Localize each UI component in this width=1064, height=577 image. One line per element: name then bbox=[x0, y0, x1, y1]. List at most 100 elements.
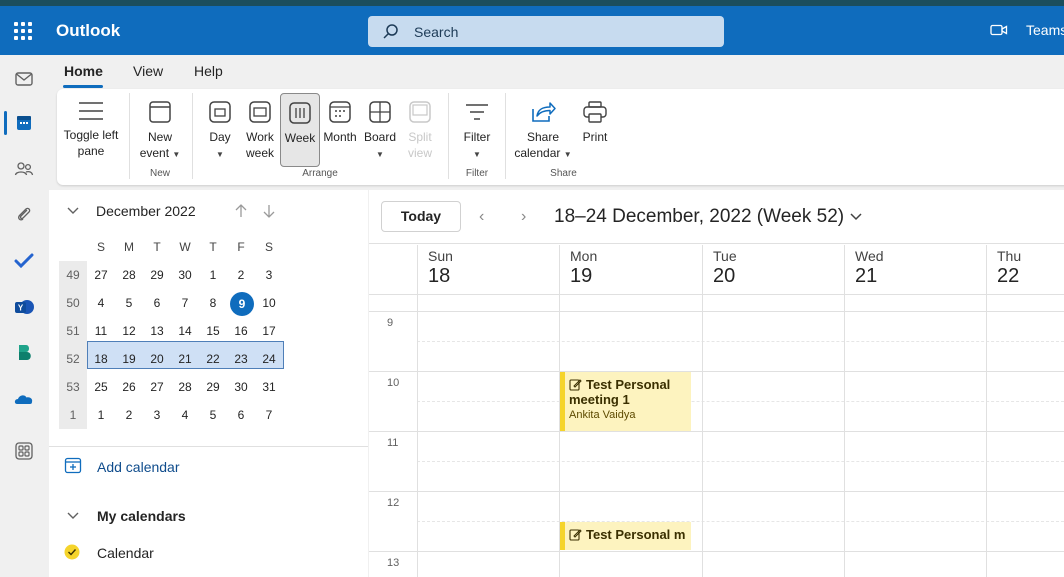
mini-calendar-day[interactable]: 29 bbox=[199, 373, 227, 401]
mini-calendar-day[interactable]: 30 bbox=[227, 373, 255, 401]
mini-calendar-day[interactable]: 25 bbox=[87, 373, 115, 401]
board-view-button[interactable]: Board ▼ bbox=[360, 93, 400, 167]
calendar-event[interactable]: Test Personal m bbox=[560, 522, 691, 550]
tab-help[interactable]: Help bbox=[194, 63, 223, 79]
people-icon[interactable] bbox=[12, 157, 36, 181]
mini-calendar-day[interactable]: 3 bbox=[143, 401, 171, 429]
mini-calendar-title[interactable]: December 2022 bbox=[96, 203, 196, 219]
day-label: Day bbox=[209, 130, 231, 144]
chevron-down-icon[interactable] bbox=[66, 206, 80, 216]
day-header-tue[interactable]: Tue 20 bbox=[702, 245, 844, 295]
chevron-right-icon[interactable]: › bbox=[521, 208, 526, 226]
day-name: Mon bbox=[570, 248, 598, 264]
half-hour-line bbox=[417, 521, 1064, 522]
teams-label: Teams bbox=[1026, 22, 1064, 38]
bookings-icon[interactable] bbox=[12, 341, 36, 365]
mini-calendar-day[interactable]: 26 bbox=[115, 373, 143, 401]
day-header-mon[interactable]: Mon 19 bbox=[559, 245, 702, 295]
chevron-down-icon: ▼ bbox=[216, 150, 224, 159]
mini-calendar-day[interactable]: 1 bbox=[199, 261, 227, 289]
mini-calendar-day[interactable]: 23 bbox=[227, 345, 255, 373]
mini-calendar-day[interactable]: 11 bbox=[87, 317, 115, 345]
mini-calendar-day[interactable]: 5 bbox=[199, 401, 227, 429]
app-title[interactable]: Outlook bbox=[56, 21, 120, 41]
my-calendars-heading[interactable]: My calendars bbox=[97, 508, 186, 524]
mini-calendar-day[interactable]: 6 bbox=[143, 289, 171, 317]
chevron-down-icon[interactable] bbox=[66, 511, 80, 521]
print-button[interactable]: Print bbox=[575, 93, 615, 167]
mini-calendar-day[interactable]: 31 bbox=[255, 373, 283, 401]
new-event-button[interactable]: New event ▼ bbox=[135, 93, 185, 167]
calendar-list-item[interactable]: Calendar bbox=[97, 545, 154, 561]
mail-icon[interactable] bbox=[12, 67, 36, 91]
work-week-button[interactable]: Work week bbox=[240, 93, 280, 167]
calendar-icon[interactable] bbox=[12, 111, 36, 135]
arrow-down-icon[interactable] bbox=[263, 204, 275, 218]
search-icon bbox=[383, 24, 398, 39]
mini-calendar-day[interactable]: 27 bbox=[87, 261, 115, 289]
mini-calendar-day[interactable]: 22 bbox=[199, 345, 227, 373]
mini-calendar-day[interactable]: 14 bbox=[171, 317, 199, 345]
mini-calendar-day[interactable]: 4 bbox=[171, 401, 199, 429]
toggle-left-pane-button[interactable]: Toggle left pane bbox=[59, 93, 123, 167]
mini-calendar-day[interactable]: 8 bbox=[199, 289, 227, 317]
yammer-icon[interactable]: Y bbox=[12, 295, 36, 319]
mini-calendar-day[interactable]: 13 bbox=[143, 317, 171, 345]
mini-calendar-day[interactable]: 7 bbox=[171, 289, 199, 317]
day-view-button[interactable]: Day ▼ bbox=[200, 93, 240, 167]
mini-calendar-day[interactable]: 29 bbox=[143, 261, 171, 289]
mini-calendar-day[interactable]: 18 bbox=[87, 345, 115, 373]
filter-button[interactable]: Filter ▼ bbox=[457, 93, 497, 167]
today-button[interactable]: Today bbox=[381, 201, 461, 232]
chevron-down-icon: ▼ bbox=[172, 150, 181, 159]
day-header-wed[interactable]: Wed 21 bbox=[844, 245, 986, 295]
share-calendar-label: Share calendar bbox=[514, 130, 561, 160]
mini-calendar-day[interactable]: 12 bbox=[115, 317, 143, 345]
apps-icon[interactable] bbox=[12, 439, 36, 463]
mini-calendar-day[interactable]: 6 bbox=[227, 401, 255, 429]
day-header-thu[interactable]: Thu 22 bbox=[986, 245, 1064, 295]
day-header-sun[interactable]: Sun 18 bbox=[417, 245, 559, 295]
mini-calendar-day[interactable]: 3 bbox=[255, 261, 283, 289]
ribbon-separator bbox=[192, 93, 193, 179]
day-column-line bbox=[417, 295, 418, 577]
mini-calendar-day[interactable]: 20 bbox=[143, 345, 171, 373]
date-range-title[interactable]: 18–24 December, 2022 (Week 52) bbox=[554, 206, 863, 228]
todo-icon[interactable] bbox=[12, 249, 36, 273]
calendar-event[interactable]: Test Personal meeting 1 Ankita Vaidya bbox=[560, 372, 691, 431]
mini-calendar-day[interactable]: 7 bbox=[255, 401, 283, 429]
attachment-icon[interactable] bbox=[12, 203, 36, 227]
tab-home[interactable]: Home bbox=[64, 63, 103, 79]
mini-calendar-day[interactable]: 2 bbox=[227, 261, 255, 289]
mini-calendar-day[interactable]: 4 bbox=[87, 289, 115, 317]
tab-view[interactable]: View bbox=[133, 63, 163, 79]
mini-calendar-day[interactable]: 30 bbox=[171, 261, 199, 289]
mini-calendar-day[interactable]: 21 bbox=[171, 345, 199, 373]
mini-calendar-day[interactable]: 1 bbox=[87, 401, 115, 429]
app-launcher-icon[interactable] bbox=[14, 22, 32, 40]
chevron-down-icon: ▼ bbox=[376, 150, 384, 159]
week-view-button[interactable]: Week bbox=[280, 93, 320, 167]
mini-calendar-day[interactable]: 27 bbox=[143, 373, 171, 401]
check-circle-icon[interactable] bbox=[64, 544, 80, 560]
mini-calendar-day[interactable]: 28 bbox=[115, 261, 143, 289]
share-calendar-button[interactable]: Share calendar ▼ bbox=[512, 93, 574, 167]
month-view-button[interactable]: Month bbox=[320, 93, 360, 167]
mini-calendar-day[interactable]: 2 bbox=[115, 401, 143, 429]
mini-calendar-day[interactable]: 28 bbox=[171, 373, 199, 401]
mini-calendar-day[interactable]: 17 bbox=[255, 317, 283, 345]
mini-calendar-week-row: 53 25 26 27 28 29 30 31 bbox=[59, 373, 335, 401]
mini-calendar-day[interactable]: 24 bbox=[255, 345, 283, 373]
arrow-up-icon[interactable] bbox=[235, 204, 247, 218]
search-box[interactable]: Search bbox=[368, 16, 724, 47]
time-grid[interactable]: 9 10 11 12 13 Test Personal meeting 1 Ank… bbox=[369, 294, 1064, 577]
mini-calendar-day[interactable]: 16 bbox=[227, 317, 255, 345]
mini-calendar-day[interactable]: 10 bbox=[255, 289, 283, 317]
chevron-left-icon[interactable]: ‹ bbox=[479, 208, 484, 226]
onedrive-icon[interactable] bbox=[12, 387, 36, 411]
mini-calendar-day[interactable]: 15 bbox=[199, 317, 227, 345]
mini-calendar-day[interactable]: 5 bbox=[115, 289, 143, 317]
mini-calendar-today[interactable]: 9 bbox=[227, 289, 255, 317]
mini-calendar-day[interactable]: 19 bbox=[115, 345, 143, 373]
add-calendar-link[interactable]: Add calendar bbox=[97, 459, 180, 475]
